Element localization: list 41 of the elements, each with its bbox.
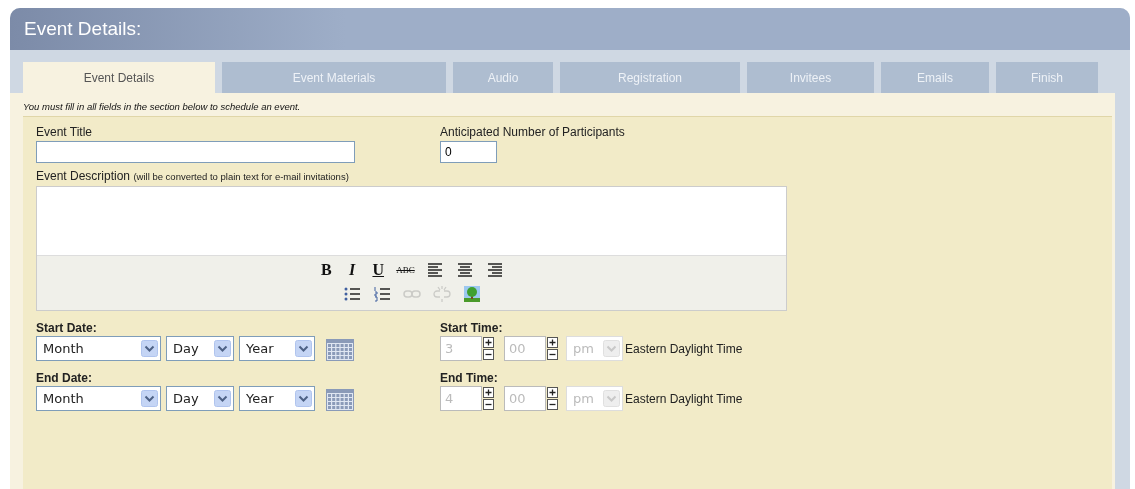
- field-label: Event Description (will be converted to plain text for e-mail invitations): [36, 169, 350, 183]
- event-title-field[interactable]: [36, 141, 355, 163]
- minus-icon[interactable]: [483, 349, 494, 360]
- strikethrough-button[interactable]: ABC: [394, 260, 417, 280]
- caret-icon: [214, 390, 231, 407]
- time-zone-text: Eastern Daylight Time: [625, 391, 743, 406]
- day-dropdown[interactable]: Day: [166, 386, 234, 411]
- month-dropdown[interactable]: Month: [36, 386, 161, 411]
- italic-button[interactable]: I: [342, 260, 363, 280]
- time-label: Start Time:: [440, 321, 504, 335]
- minus-icon[interactable]: [483, 399, 494, 410]
- year-dropdown[interactable]: Year: [239, 386, 315, 411]
- time-zone-text: Eastern Daylight Time: [625, 341, 743, 356]
- field-label: Anticipated Number of Participants: [440, 125, 625, 139]
- caret-icon: [141, 390, 158, 407]
- date-label: End Date:: [36, 371, 93, 385]
- plus-icon[interactable]: [547, 387, 558, 398]
- caret-icon: [603, 340, 620, 357]
- date-label: Start Date:: [36, 321, 98, 335]
- plus-icon[interactable]: [483, 387, 494, 398]
- plus-icon[interactable]: [483, 337, 494, 348]
- caret-icon: [295, 390, 312, 407]
- rich-text-editor[interactable]: B I U ABC: [36, 186, 787, 311]
- caret-icon: [214, 340, 231, 357]
- minus-icon[interactable]: [547, 349, 558, 360]
- instruction-text: You must fill in all fields in the section below to schedule an event.: [23, 101, 302, 112]
- field-label: Event Title: [36, 125, 94, 139]
- underline-button[interactable]: U: [368, 260, 389, 280]
- tab[interactable]: Event Details: [23, 62, 215, 93]
- caret-icon: [603, 390, 620, 407]
- time-label: End Time:: [440, 371, 499, 385]
- bold-button[interactable]: B: [316, 260, 337, 280]
- participants-field[interactable]: 0: [440, 141, 497, 163]
- month-dropdown[interactable]: Month: [36, 336, 161, 361]
- caret-icon: [141, 340, 158, 357]
- day-dropdown[interactable]: Day: [166, 336, 234, 361]
- caret-icon: [295, 340, 312, 357]
- minus-icon[interactable]: [547, 399, 558, 410]
- plus-icon[interactable]: [547, 337, 558, 348]
- year-dropdown[interactable]: Year: [239, 336, 315, 361]
- panel-header: Event Details:: [10, 8, 1130, 50]
